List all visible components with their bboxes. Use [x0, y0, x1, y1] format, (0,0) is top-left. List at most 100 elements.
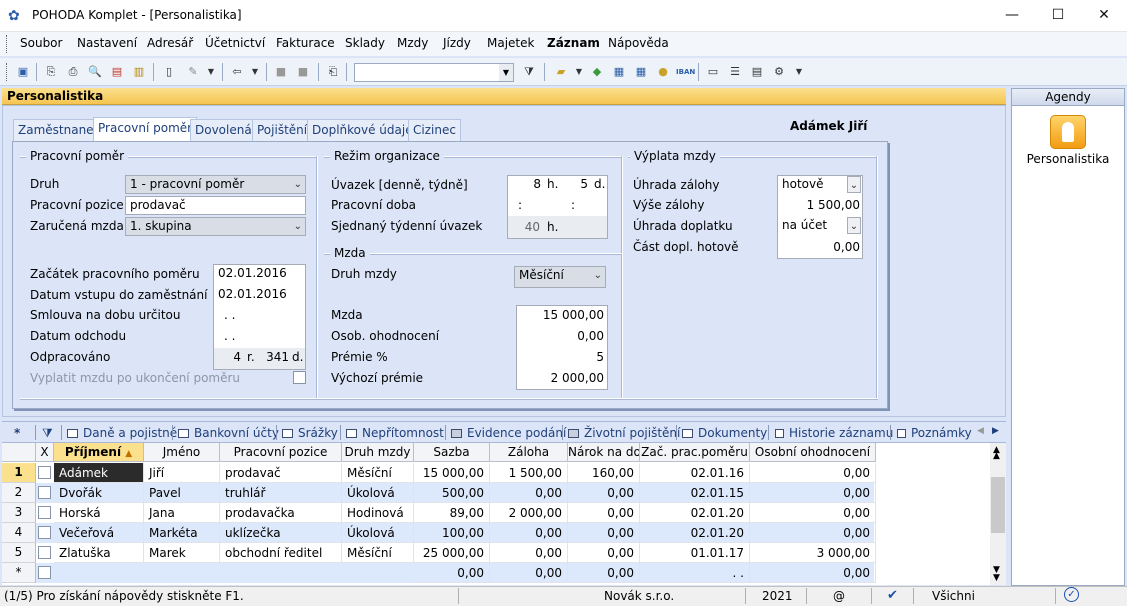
uhrada-zalohy-select[interactable]: hotově ⌄ — [778, 176, 862, 195]
cell-osobni-ohodnoceni[interactable]: 0,00 — [750, 463, 876, 483]
new-row-marker[interactable]: * — [14, 426, 20, 440]
row-header[interactable]: 3 — [2, 503, 36, 523]
cell-sazba[interactable]: 0,00 — [414, 563, 490, 583]
cell-jmeno[interactable]: Markéta — [144, 523, 220, 543]
tab-nepritomnost[interactable]: Nepřítomnost — [346, 426, 444, 440]
cell-druh-mzdy[interactable]: Měsíční — [342, 543, 414, 563]
cell-jmeno[interactable]: Pavel — [144, 483, 220, 503]
column-header-pozice[interactable]: Pracovní pozice — [220, 443, 342, 462]
cell-prijmeni[interactable]: Horská — [54, 503, 144, 523]
cell-sazba[interactable]: 500,00 — [414, 483, 490, 503]
column-header-prijmeni[interactable]: Příjmení ▲ — [54, 443, 144, 462]
filter-icon[interactable]: ⧩ — [520, 63, 538, 81]
maximize-button[interactable]: ☐ — [1035, 0, 1081, 31]
column-header-druh[interactable]: Druh mzdy — [342, 443, 414, 462]
vyplatit-checkbox[interactable] — [293, 371, 306, 384]
vstup-field[interactable]: 02.01.2016 — [218, 287, 287, 301]
filter-icon[interactable]: ⧩ — [42, 426, 53, 441]
scroll-up-page-icon[interactable]: ▲ — [993, 451, 1000, 461]
pozice-field[interactable]: prodavač — [125, 196, 306, 215]
menu-jizdy[interactable]: Jízdy — [443, 36, 471, 50]
cell-sazba[interactable]: 15 000,00 — [414, 463, 490, 483]
folder-dropdown-icon[interactable]: ▼ — [570, 63, 588, 81]
column-header-osob[interactable]: Osobní ohodnocení — [750, 443, 876, 462]
cell-narok[interactable]: 0,00 — [568, 483, 640, 503]
cell-zac-prac-pomeru[interactable]: 01.01.17 — [640, 543, 750, 563]
coins-icon[interactable]: ● — [654, 63, 672, 81]
tab-dovolena[interactable]: Dovolená — [190, 119, 257, 141]
export-icon[interactable]: ▥ — [130, 63, 148, 81]
row-checkbox[interactable] — [38, 506, 51, 519]
status-company[interactable]: Novák s.r.o. — [604, 589, 674, 603]
column-header-jmeno[interactable]: Jméno — [144, 443, 220, 462]
personalistika-icon[interactable] — [1050, 115, 1086, 149]
druh-select[interactable]: 1 - pracovní poměr ⌄ — [125, 175, 306, 194]
cell-pozice[interactable]: obchodní ředitel — [220, 543, 342, 563]
odchod-field[interactable]: . . — [224, 329, 235, 343]
cell-prijmeni[interactable]: Dvořák — [54, 483, 144, 503]
tab-dane-a-pojistne[interactable]: Daně a pojistné — [67, 426, 177, 440]
cancel-save-icon[interactable]: ■ — [294, 63, 312, 81]
row-checkbox[interactable] — [38, 526, 51, 539]
tools-dropdown-icon[interactable]: ▼ — [790, 63, 808, 81]
vyse-zalohy-field[interactable]: 1 500,00 — [807, 198, 860, 212]
tab-zivotni-pojisteni[interactable]: Životní pojištění — [568, 426, 680, 440]
check-icon[interactable]: ✔ — [887, 588, 898, 603]
calculator-icon[interactable]: ▦ — [610, 63, 628, 81]
cell-zaloha[interactable]: 2 000,00 — [490, 503, 568, 523]
new-record-icon[interactable]: ▯ — [160, 63, 178, 81]
doba-od[interactable]: : — [518, 198, 522, 212]
cell-osobni-ohodnoceni[interactable]: 0,00 — [750, 563, 876, 583]
row-checkbox[interactable] — [38, 486, 51, 499]
grid-scrollbar[interactable]: ▲ ▲ ▼ ▼ — [990, 443, 1006, 585]
tab-pojisteni[interactable]: Pojištění — [252, 119, 313, 141]
print-preview-icon[interactable]: 🔍 — [86, 63, 104, 81]
cell-zac-prac-pomeru[interactable]: 02.01.15 — [640, 483, 750, 503]
tab-cizinec[interactable]: Cizinec — [408, 119, 461, 141]
row-header[interactable]: 2 — [2, 483, 36, 503]
message-icon[interactable]: ▭ — [704, 63, 722, 81]
back-arrow-icon[interactable]: ⇦ — [228, 63, 246, 81]
cell-pozice[interactable]: prodavač — [220, 463, 342, 483]
back-dropdown-icon[interactable]: ▼ — [246, 63, 264, 81]
tab-zamestnanec[interactable]: Zaměstnanec — [13, 119, 106, 141]
uvazek-hodiny[interactable]: 8 — [533, 177, 541, 191]
cell-sazba[interactable]: 25 000,00 — [414, 543, 490, 563]
cell-narok[interactable]: 0,00 — [568, 543, 640, 563]
tab-srazky[interactable]: Srážky — [282, 426, 338, 440]
print-icon[interactable]: ⎙ — [64, 63, 82, 81]
cell-pozice[interactable]: prodavačka — [220, 503, 342, 523]
scroll-down-icon[interactable]: ▼ — [993, 573, 1000, 583]
column-header-zac[interactable]: Zač. prac.poměru — [640, 443, 750, 462]
column-header-zaloha[interactable]: Záloha — [490, 443, 568, 462]
iban-icon[interactable]: IBAN — [676, 63, 695, 81]
menu-sklady[interactable]: Sklady — [345, 36, 385, 50]
tab-poznamky[interactable]: Poznámky — [897, 426, 972, 440]
cell-prijmeni[interactable]: Adámek — [54, 463, 144, 483]
menu-fakturace[interactable]: Fakturace — [276, 36, 335, 50]
ok-circle-icon[interactable]: ✓ — [1064, 587, 1079, 602]
row-checkbox[interactable] — [38, 566, 51, 579]
cell-druh-mzdy[interactable]: Úkolová — [342, 483, 414, 503]
menu-majetek[interactable]: Majetek — [487, 36, 534, 50]
cell-zaloha[interactable]: 1 500,00 — [490, 463, 568, 483]
tab-historie-zaznamu[interactable]: Historie záznamu — [775, 426, 893, 440]
column-header-sazba[interactable]: Sazba — [414, 443, 490, 462]
cell-sazba[interactable]: 89,00 — [414, 503, 490, 523]
uhrada-doplatku-select[interactable]: na účet ⌄ — [778, 217, 862, 236]
cell-narok[interactable]: 160,00 — [568, 463, 640, 483]
cell-prijmeni[interactable]: Zlatuška — [54, 543, 144, 563]
menu-grip[interactable] — [6, 35, 8, 53]
menu-nastaveni[interactable]: Nastavení — [77, 36, 137, 50]
status-filter[interactable]: Všichni — [932, 589, 975, 603]
mzda-field[interactable]: 15 000,00 — [543, 308, 604, 322]
tab-bankovni-ucty[interactable]: Bankovní účty — [178, 426, 279, 440]
menu-mzdy[interactable]: Mzdy — [397, 36, 428, 50]
cell-druh-mzdy[interactable]: Měsíční — [342, 463, 414, 483]
cell-druh-mzdy[interactable]: Úkolová — [342, 523, 414, 543]
copy-record-icon[interactable]: ⎘ — [42, 63, 60, 81]
cell-narok[interactable]: 0,00 — [568, 523, 640, 543]
list-icon[interactable]: ☰ — [726, 63, 744, 81]
column-header-x[interactable]: X — [36, 443, 54, 462]
cell-druh-mzdy[interactable]: Hodinová — [342, 503, 414, 523]
